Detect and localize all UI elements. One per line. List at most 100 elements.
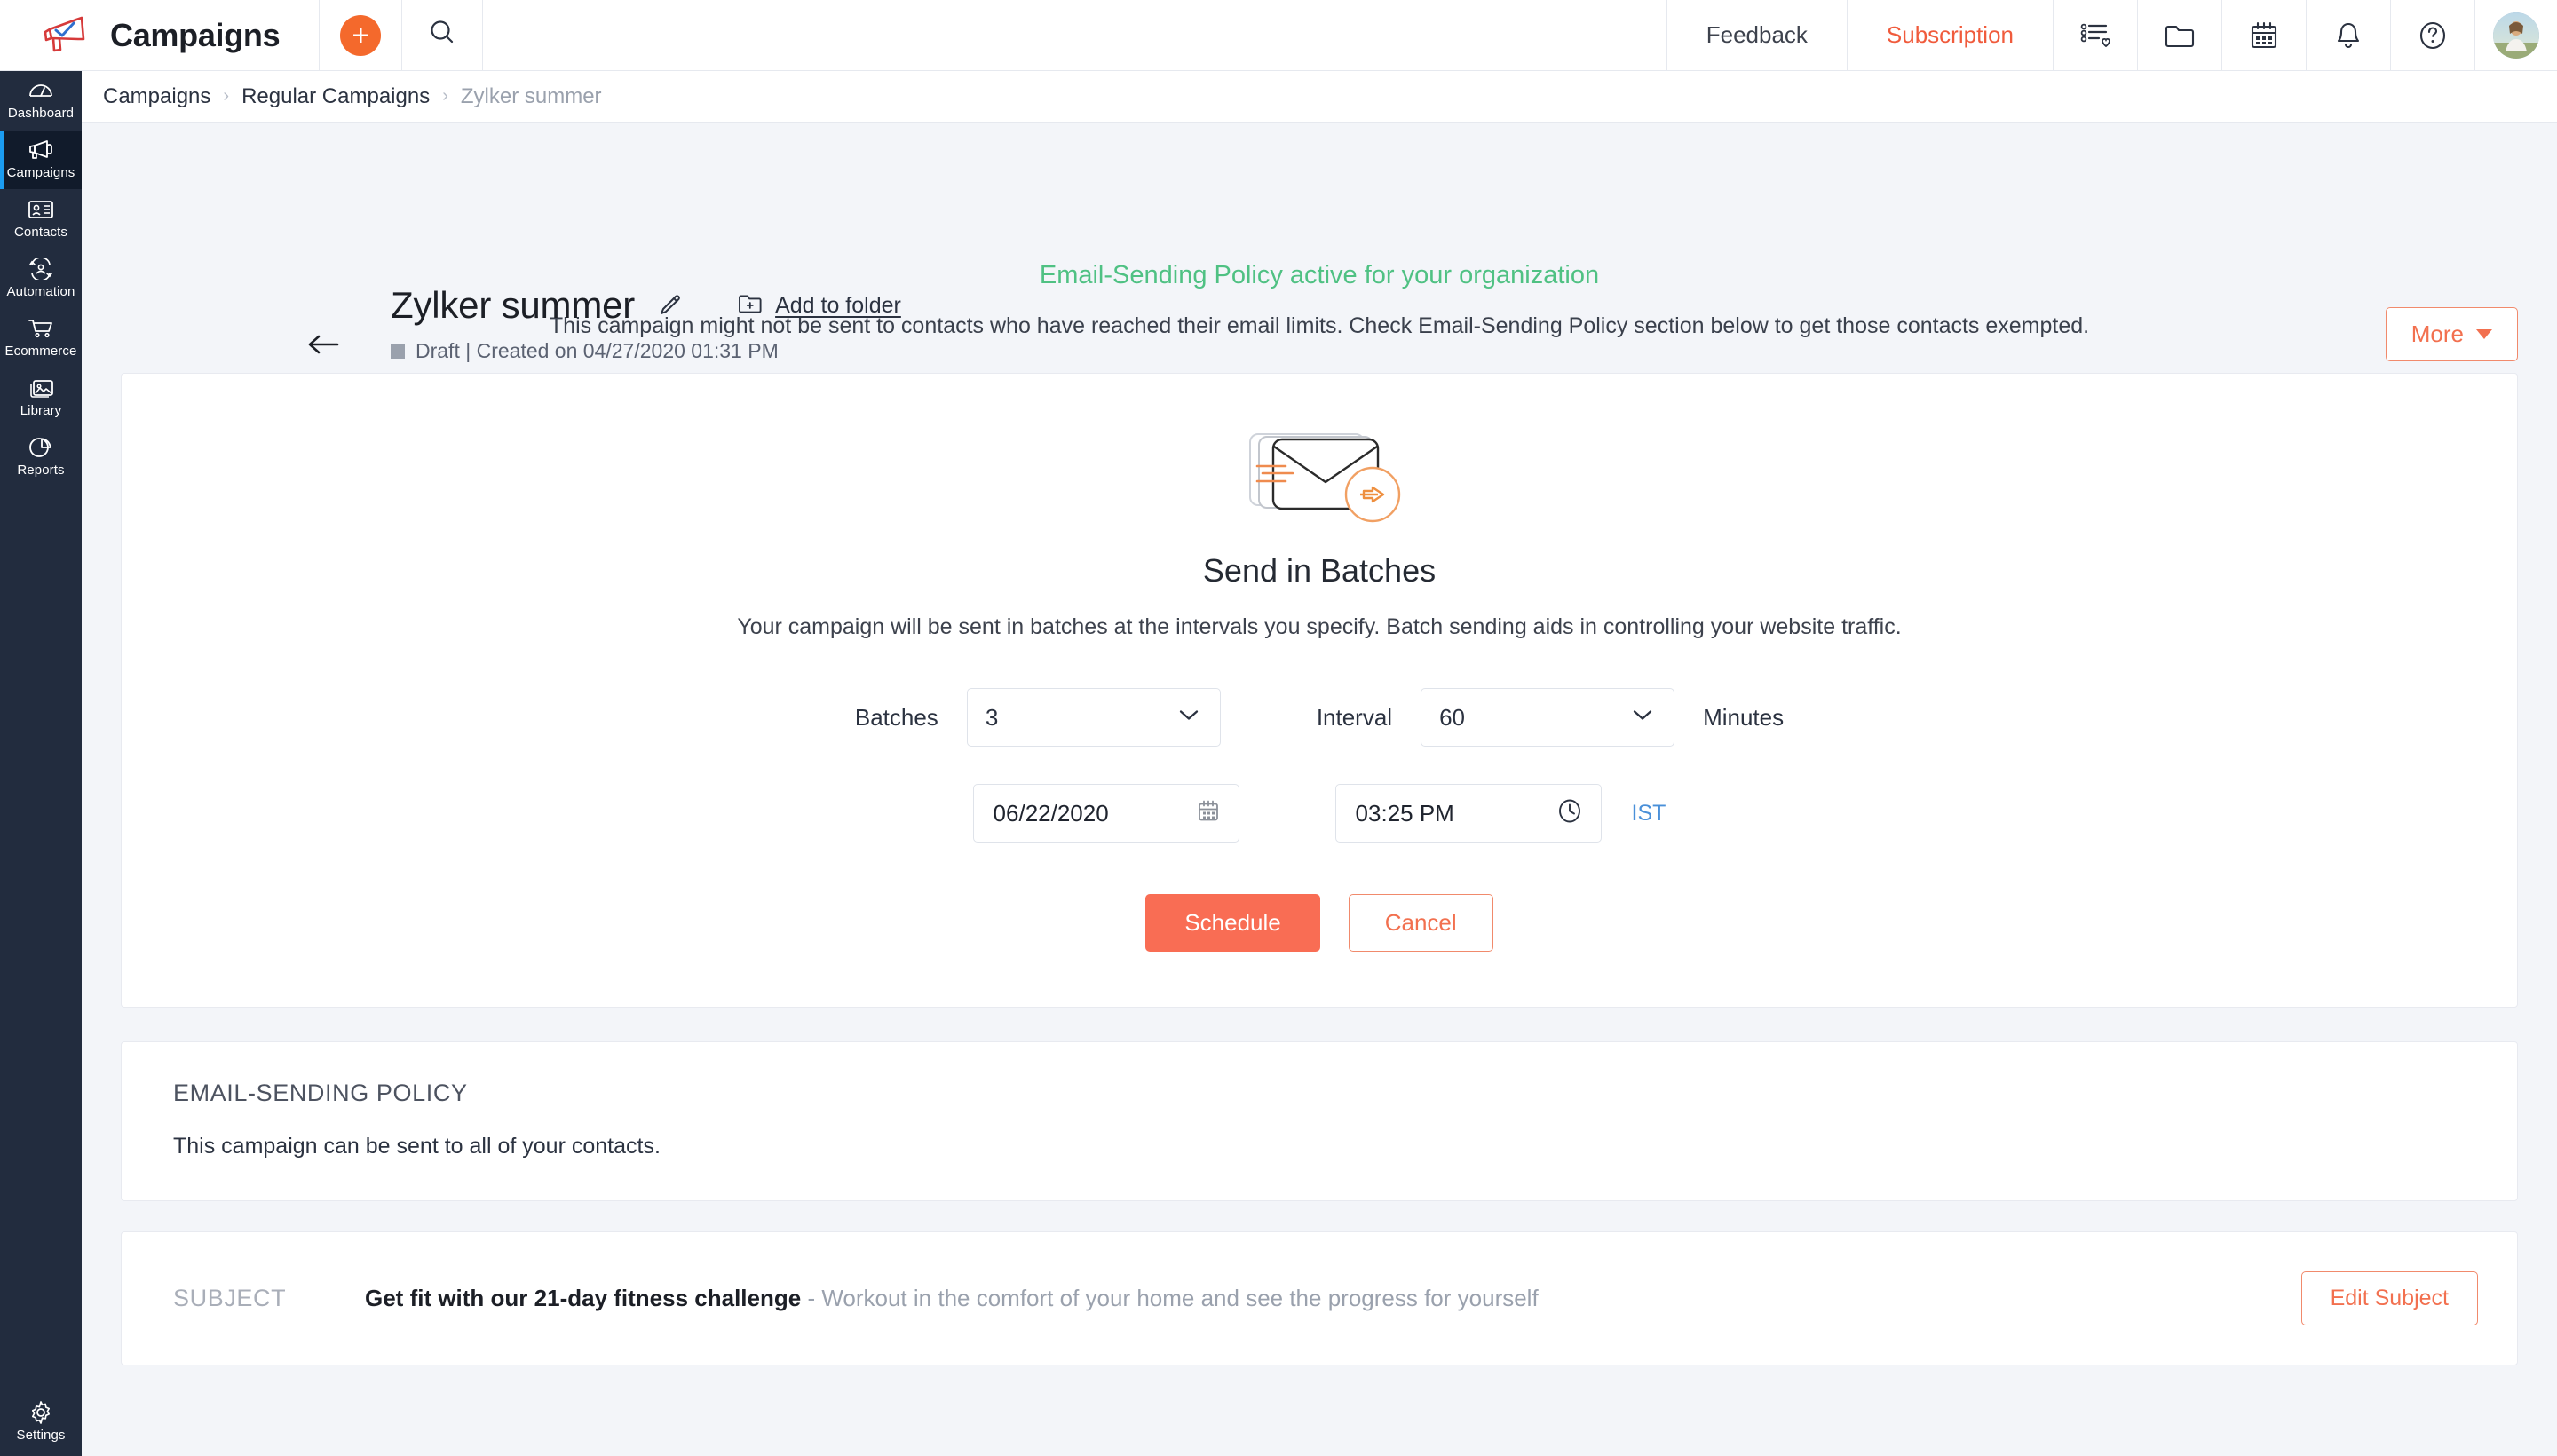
subject-card: SUBJECT Get fit with our 21-day fitness …	[121, 1231, 2518, 1365]
sidebar-item-contacts[interactable]: Contacts	[0, 190, 82, 249]
image-stack-icon	[28, 376, 54, 400]
folder-icon[interactable]	[2138, 0, 2221, 71]
chevron-down-icon	[2476, 329, 2492, 339]
more-button[interactable]: More	[2385, 307, 2518, 361]
interval-label: Interval	[1316, 703, 1393, 731]
breadcrumb: Campaigns › Regular Campaigns › Zylker s…	[82, 71, 2557, 123]
batches-select[interactable]: 3	[966, 688, 1221, 747]
sidebar-item-reports[interactable]: Reports	[0, 428, 82, 487]
brand[interactable]: Campaigns	[0, 0, 319, 71]
add-to-folder-label: Add to folder	[775, 292, 901, 318]
sidebar-item-library[interactable]: Library	[0, 368, 82, 427]
interval-value: 60	[1439, 703, 1465, 731]
add-to-folder-button[interactable]: Add to folder	[738, 292, 901, 320]
shopping-cart-icon	[28, 317, 54, 340]
date-input[interactable]: 06/22/2020	[972, 784, 1239, 843]
gear-icon	[28, 1400, 53, 1424]
batches-value: 3	[985, 703, 999, 731]
batch-settings-row: Batches 3 Interval 60 Minutes	[122, 688, 2517, 747]
calendar-icon[interactable]	[2222, 0, 2306, 71]
subscription-button[interactable]: Subscription	[1848, 0, 2053, 71]
breadcrumb-separator: ›	[223, 86, 230, 106]
illustration	[122, 422, 2517, 529]
stacked-envelopes-send-icon	[1231, 422, 1408, 529]
list-heart-icon[interactable]	[2054, 0, 2137, 71]
contact-card-icon	[28, 198, 54, 221]
sidebar-item-label: Library	[20, 402, 62, 418]
sidebar-item-label: Contacts	[14, 224, 67, 240]
sidebar-bottom: Settings	[0, 1389, 82, 1456]
search-button[interactable]	[402, 0, 482, 71]
top-bar: Campaigns + Feedback Subscription	[0, 0, 2557, 71]
subject-headline: Get fit with our 21-day fitness challeng…	[365, 1285, 802, 1311]
sidebar-item-label: Dashboard	[7, 105, 75, 121]
sidebar-item-label: Automation	[6, 283, 75, 299]
send-in-batches-card: Send in Batches Your campaign will be se…	[121, 373, 2518, 1008]
main-content: Campaigns › Regular Campaigns › Zylker s…	[82, 71, 2557, 1456]
sidebar-item-automation[interactable]: Automation	[0, 249, 82, 308]
help-circle-icon[interactable]	[2391, 0, 2474, 71]
more-label: More	[2411, 320, 2464, 347]
subject-text: Get fit with our 21-day fitness challeng…	[365, 1285, 2301, 1312]
sidebar-item-label: Reports	[17, 462, 65, 478]
plus-icon: +	[340, 14, 382, 56]
calendar-icon	[1196, 799, 1221, 828]
folder-plus-icon	[738, 292, 763, 320]
add-button[interactable]: +	[320, 0, 401, 71]
page-header: Zylker summer Add to folder Draft | Crea…	[82, 123, 2557, 362]
bell-icon[interactable]	[2307, 0, 2390, 71]
batches-description: Your campaign will be sent in batches at…	[737, 614, 1902, 639]
gauge-icon	[28, 79, 53, 102]
policy-section-body: This campaign can be sent to all of your…	[173, 1134, 661, 1159]
batches-label: Batches	[854, 703, 938, 731]
interval-unit-label: Minutes	[1703, 703, 1785, 731]
page-title: Zylker summer	[391, 284, 636, 326]
date-value: 06/22/2020	[993, 799, 1109, 827]
breadcrumb-separator: ›	[442, 86, 448, 106]
status-text: Draft | Created on 04/27/2020 01:31 PM	[416, 339, 779, 362]
breadcrumb-item-current: Zylker summer	[460, 83, 602, 108]
search-icon	[427, 18, 457, 52]
sidebar: Dashboard Campaigns Contacts Automation …	[0, 71, 82, 1456]
pie-chart-icon	[28, 436, 53, 459]
interval-select[interactable]: 60	[1421, 688, 1675, 747]
action-buttons: Schedule Cancel	[122, 894, 2517, 952]
sidebar-item-label: Campaigns	[6, 164, 75, 180]
subject-label: SUBJECT	[173, 1285, 287, 1311]
automation-users-icon	[28, 257, 54, 281]
sidebar-item-label: Ecommerce	[4, 343, 77, 359]
schedule-button[interactable]: Schedule	[1145, 894, 1320, 952]
timezone-link[interactable]: IST	[1632, 801, 1666, 827]
email-sending-policy-card: EMAIL-SENDING POLICY This campaign can b…	[121, 1041, 2518, 1201]
status-row: Draft | Created on 04/27/2020 01:31 PM	[391, 339, 901, 363]
title-block: Zylker summer Add to folder Draft | Crea…	[391, 284, 901, 363]
pencil-icon[interactable]	[658, 292, 685, 319]
policy-section-title: EMAIL-SENDING POLICY	[173, 1080, 468, 1106]
sidebar-item-label: Settings	[16, 1427, 66, 1443]
megaphone-icon	[28, 138, 54, 162]
user-avatar	[2493, 12, 2539, 59]
back-arrow-icon[interactable]	[305, 331, 341, 367]
status-badge	[391, 344, 405, 359]
sidebar-item-campaigns[interactable]: Campaigns	[0, 131, 82, 189]
time-value: 03:25 PM	[1355, 799, 1454, 827]
breadcrumb-item-campaigns[interactable]: Campaigns	[103, 84, 210, 109]
megaphone-logo-icon	[41, 15, 91, 56]
schedule-datetime-row: 06/22/2020 03:25 PM IST	[122, 784, 2517, 843]
time-input[interactable]: 03:25 PM	[1334, 784, 1602, 843]
chevron-down-icon	[1177, 708, 1200, 727]
title-row: Zylker summer Add to folder	[391, 284, 901, 327]
chevron-down-icon	[1631, 708, 1654, 727]
feedback-button[interactable]: Feedback	[1667, 0, 1847, 71]
sidebar-item-settings[interactable]: Settings	[0, 1389, 82, 1455]
sidebar-item-dashboard[interactable]: Dashboard	[0, 71, 82, 130]
clock-icon	[1556, 798, 1583, 829]
brand-name: Campaigns	[110, 16, 281, 53]
sidebar-item-ecommerce[interactable]: Ecommerce	[0, 309, 82, 368]
avatar[interactable]	[2475, 0, 2557, 71]
edit-subject-button[interactable]: Edit Subject	[2300, 1271, 2478, 1325]
batches-heading: Send in Batches	[1202, 552, 1437, 589]
cancel-button[interactable]: Cancel	[1348, 894, 1493, 952]
breadcrumb-item-regular-campaigns[interactable]: Regular Campaigns	[241, 84, 430, 109]
